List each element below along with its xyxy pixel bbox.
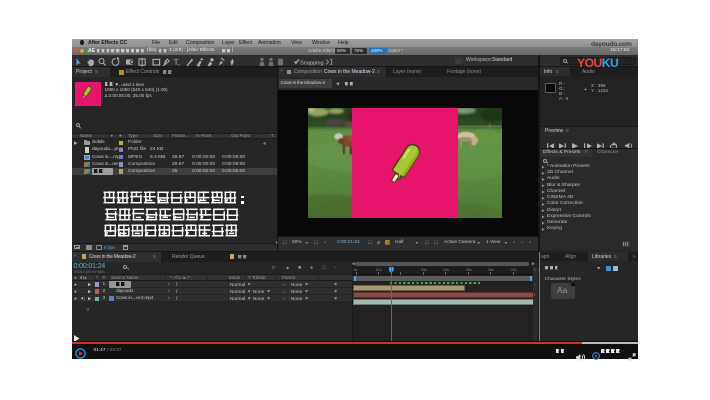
svg-text:T,: T,	[174, 57, 181, 67]
svg-text:Snapping: Snapping	[300, 60, 324, 66]
